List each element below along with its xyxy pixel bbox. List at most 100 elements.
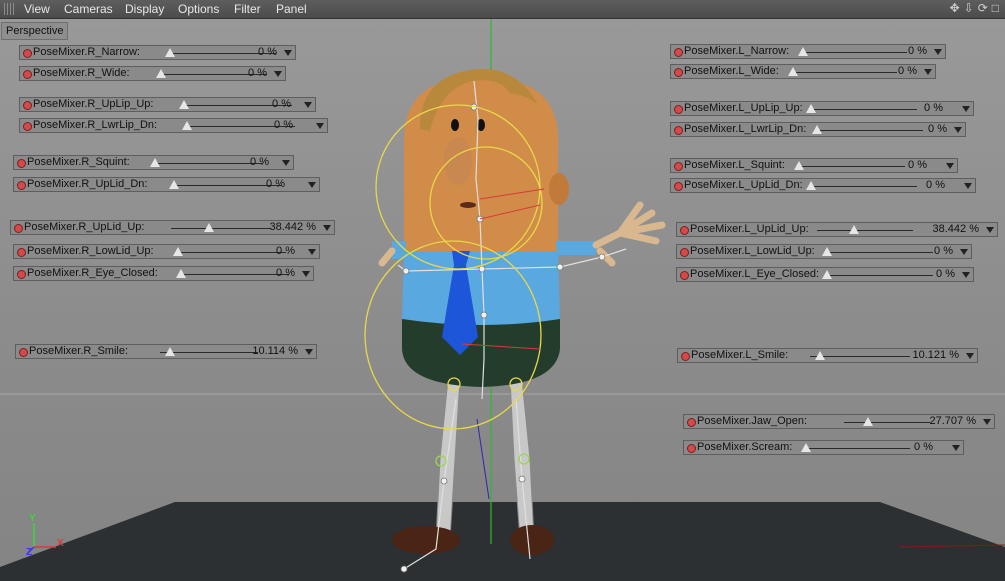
keyframe-dot-icon[interactable] <box>17 181 26 190</box>
slider-track[interactable] <box>827 252 933 253</box>
keyframe-dot-icon[interactable] <box>17 270 26 279</box>
keyframe-dot-icon[interactable] <box>674 162 683 171</box>
slider-value[interactable]: 0 % <box>908 45 927 58</box>
slider-value[interactable]: 0 % <box>248 67 267 80</box>
slider-track[interactable] <box>806 448 910 449</box>
maximize-view-icon[interactable]: □ <box>992 1 999 15</box>
slider-l-lwrlip-dn[interactable]: PoseMixer.L_LwrLip_Dn: 0 % <box>670 122 966 137</box>
keyframe-dot-icon[interactable] <box>680 248 689 257</box>
slider-thumb[interactable] <box>156 69 166 78</box>
chevron-down-icon[interactable] <box>284 50 292 56</box>
slider-r-smile[interactable]: PoseMixer.R_Smile: 10.114 % <box>15 344 317 359</box>
dolly-view-icon[interactable]: ⇩ <box>964 1 974 15</box>
menu-options[interactable]: Options <box>178 1 219 17</box>
keyframe-dot-icon[interactable] <box>674 68 683 77</box>
chevron-down-icon[interactable] <box>952 445 960 451</box>
slider-thumb[interactable] <box>788 67 798 76</box>
slider-thumb[interactable] <box>812 125 822 134</box>
slider-thumb[interactable] <box>822 270 832 279</box>
slider-value[interactable]: 0 % <box>924 102 943 115</box>
chevron-down-icon[interactable] <box>308 182 316 188</box>
slider-value[interactable]: 0 % <box>258 46 277 59</box>
slider-thumb[interactable] <box>173 247 183 256</box>
keyframe-dot-icon[interactable] <box>17 248 26 257</box>
keyframe-dot-icon[interactable] <box>674 126 683 135</box>
keyframe-dot-icon[interactable] <box>674 105 683 114</box>
keyframe-dot-icon[interactable] <box>23 70 32 79</box>
rotate-view-icon[interactable]: ⟳ <box>978 1 988 15</box>
slider-value[interactable]: 0 % <box>928 123 947 136</box>
slider-value[interactable]: 0 % <box>914 441 933 454</box>
slider-track[interactable] <box>793 72 897 73</box>
slider-l-narrow[interactable]: PoseMixer.L_Narrow: 0 % <box>670 44 946 59</box>
slider-track[interactable] <box>817 130 923 131</box>
chevron-down-icon[interactable] <box>304 102 312 108</box>
slider-track[interactable] <box>811 109 917 110</box>
chevron-down-icon[interactable] <box>302 271 310 277</box>
slider-value[interactable]: 27.707 % <box>930 415 976 428</box>
slider-r-squint[interactable]: PoseMixer.R_Squint: 0 % <box>13 155 294 170</box>
chevron-down-icon[interactable] <box>960 249 968 255</box>
chevron-down-icon[interactable] <box>954 127 962 133</box>
slider-value[interactable]: 0 % <box>934 245 953 258</box>
chevron-down-icon[interactable] <box>964 183 972 189</box>
chevron-down-icon[interactable] <box>323 225 331 231</box>
chevron-down-icon[interactable] <box>308 249 316 255</box>
chevron-down-icon[interactable] <box>962 272 970 278</box>
slider-value[interactable]: 0 % <box>250 156 269 169</box>
slider-r-narrow[interactable]: PoseMixer.R_Narrow: 0 % <box>19 45 296 60</box>
chevron-down-icon[interactable] <box>934 49 942 55</box>
slider-r-eye-closed[interactable]: PoseMixer.R_Eye_Closed: 0 % <box>13 266 314 281</box>
keyframe-dot-icon[interactable] <box>680 271 689 280</box>
slider-value[interactable]: 0 % <box>276 267 295 280</box>
slider-value[interactable]: 10.121 % <box>913 349 959 362</box>
slider-thumb[interactable] <box>176 269 186 278</box>
slider-track[interactable] <box>817 230 913 231</box>
slider-track[interactable] <box>827 275 933 276</box>
slider-value[interactable]: 0 % <box>936 268 955 281</box>
slider-track[interactable] <box>171 228 271 229</box>
slider-r-lwrlip-dn[interactable]: PoseMixer.R_LwrLip_Dn: 0 % <box>19 118 328 133</box>
menu-panel[interactable]: Panel <box>276 1 307 17</box>
slider-r-uplip-up[interactable]: PoseMixer.R_UpLip_Up: 0 % <box>19 97 316 112</box>
keyframe-dot-icon[interactable] <box>680 226 689 235</box>
chevron-down-icon[interactable] <box>305 349 313 355</box>
slider-thumb[interactable] <box>164 347 175 356</box>
slider-thumb[interactable] <box>798 47 808 56</box>
slider-thumb[interactable] <box>806 181 816 190</box>
keyframe-dot-icon[interactable] <box>23 122 32 131</box>
slider-l-eye-closed[interactable]: PoseMixer.L_Eye_Closed: 0 % <box>676 267 974 282</box>
chevron-down-icon[interactable] <box>966 353 974 359</box>
slider-l-squint[interactable]: PoseMixer.L_Squint: 0 % <box>670 158 958 173</box>
slider-r-uplid-dn[interactable]: PoseMixer.R_UpLid_Dn: 0 % <box>13 177 320 192</box>
slider-l-wide[interactable]: PoseMixer.L_Wide: 0 % <box>670 64 936 79</box>
slider-value[interactable]: 10.114 % <box>252 345 298 358</box>
menu-cameras[interactable]: Cameras <box>64 1 113 17</box>
slider-thumb[interactable] <box>204 223 215 232</box>
slider-l-uplip-up[interactable]: PoseMixer.L_UpLip_Up: 0 % <box>670 101 974 116</box>
slider-track[interactable] <box>811 186 917 187</box>
slider-thumb[interactable] <box>822 247 832 256</box>
keyframe-dot-icon[interactable] <box>687 418 696 427</box>
slider-value[interactable]: 38.442 % <box>933 223 979 236</box>
slider-track[interactable] <box>799 166 905 167</box>
slider-thumb[interactable] <box>815 351 826 360</box>
chevron-down-icon[interactable] <box>316 123 324 129</box>
chevron-down-icon[interactable] <box>282 160 290 166</box>
slider-thumb[interactable] <box>848 225 859 234</box>
slider-value[interactable]: 0 % <box>272 98 291 111</box>
menu-view[interactable]: View <box>24 1 50 17</box>
keyframe-dot-icon[interactable] <box>687 444 696 453</box>
slider-track[interactable] <box>155 163 263 164</box>
slider-scream[interactable]: PoseMixer.Scream: 0 % <box>683 440 964 455</box>
slider-value[interactable]: 0 % <box>926 179 945 192</box>
slider-value[interactable]: 0 % <box>274 119 293 132</box>
panel-grip-icon[interactable] <box>4 3 16 15</box>
slider-thumb[interactable] <box>169 180 179 189</box>
slider-thumb[interactable] <box>150 158 160 167</box>
chevron-down-icon[interactable] <box>983 419 991 425</box>
slider-l-uplid-up[interactable]: PoseMixer.L_UpLid_Up: 38.442 % <box>676 222 998 237</box>
slider-thumb[interactable] <box>179 100 189 109</box>
keyframe-dot-icon[interactable] <box>23 49 32 58</box>
keyframe-dot-icon[interactable] <box>23 101 32 110</box>
